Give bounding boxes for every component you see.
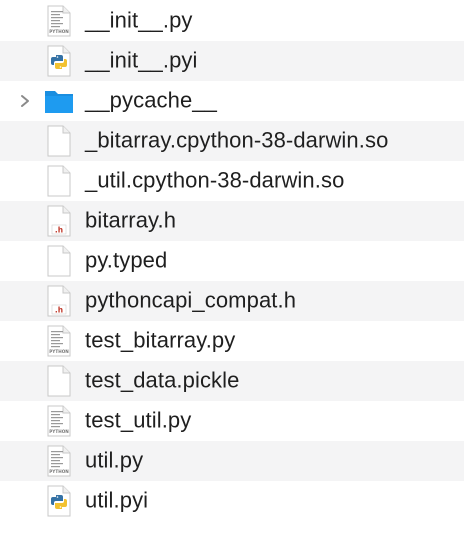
file-name: __init__.py <box>85 6 193 32</box>
svg-text:PYTHON: PYTHON <box>49 469 69 474</box>
svg-text:PYTHON: PYTHON <box>49 349 69 354</box>
file-name: bitarray.h <box>85 207 177 233</box>
file-row[interactable]: util.pyi <box>0 481 464 521</box>
file-row[interactable]: PYTHON __init__.py <box>0 0 464 41</box>
file-name: __pycache__ <box>85 87 217 113</box>
file-name: util.py <box>85 447 144 473</box>
file-row[interactable]: .h bitarray.h <box>0 201 464 241</box>
file-list: PYTHON __init__.py __init__.pyi __pycache… <box>0 0 464 550</box>
file-name: py.typed <box>85 247 168 273</box>
file-name: _util.cpython-38-darwin.so <box>85 167 345 193</box>
c-header-file-icon: .h <box>44 205 74 237</box>
blank-document-icon <box>44 125 74 157</box>
file-name: test_bitarray.py <box>85 327 236 353</box>
python-script-icon: PYTHON <box>44 5 74 37</box>
c-header-file-icon: .h <box>44 285 74 317</box>
file-name: util.pyi <box>85 487 149 513</box>
file-row[interactable]: test_data.pickle <box>0 361 464 401</box>
file-name: _bitarray.cpython-38-darwin.so <box>85 127 389 153</box>
folder-icon <box>44 85 74 117</box>
file-row[interactable]: _util.cpython-38-darwin.so <box>0 161 464 201</box>
file-row[interactable]: .h pythoncapi_compat.h <box>0 281 464 321</box>
python-logo-file-icon <box>44 45 74 77</box>
file-name: test_data.pickle <box>85 367 240 393</box>
svg-text:PYTHON: PYTHON <box>49 29 69 34</box>
file-row[interactable]: __init__.pyi <box>0 41 464 81</box>
svg-text:PYTHON: PYTHON <box>49 429 69 434</box>
blank-document-icon <box>44 165 74 197</box>
blank-document-icon <box>44 245 74 277</box>
python-logo-file-icon <box>44 485 74 517</box>
file-row[interactable]: PYTHON test_util.py <box>0 401 464 441</box>
file-name: __init__.pyi <box>85 47 198 73</box>
file-row[interactable]: _bitarray.cpython-38-darwin.so <box>0 121 464 161</box>
file-row[interactable]: PYTHON util.py <box>0 441 464 481</box>
file-name: test_util.py <box>85 407 192 433</box>
file-row[interactable]: py.typed <box>0 241 464 281</box>
file-row[interactable]: __pycache__ <box>0 81 464 121</box>
python-script-icon: PYTHON <box>44 325 74 357</box>
file-name: pythoncapi_compat.h <box>85 287 297 313</box>
file-row[interactable]: PYTHON test_bitarray.py <box>0 321 464 361</box>
blank-document-icon <box>44 365 74 397</box>
python-script-icon: PYTHON <box>44 445 74 477</box>
chevron-right-icon[interactable] <box>18 94 32 108</box>
svg-text:.h: .h <box>55 306 63 315</box>
python-script-icon: PYTHON <box>44 405 74 437</box>
svg-text:.h: .h <box>55 226 63 235</box>
